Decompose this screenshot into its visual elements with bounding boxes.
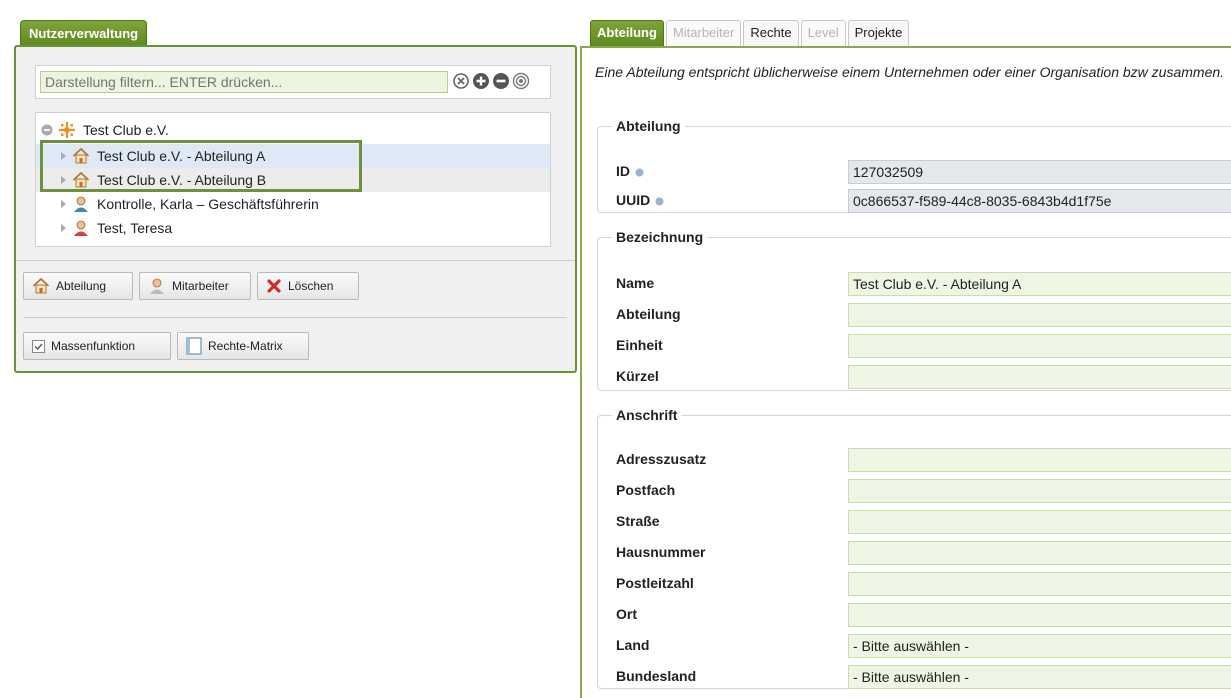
button-label: Mitarbeiter (172, 279, 229, 293)
checkbox-icon (32, 339, 45, 353)
adresszusatz-label: Adresszusatz (616, 451, 707, 467)
einheit-label: Einheit (616, 337, 663, 353)
id-row: ID 127032509 (598, 160, 1231, 184)
hausnummer-input[interactable] (848, 541, 1231, 565)
bezeichnung-fieldset: Bezeichnung Name Test Club e.V. - Abteil… (597, 229, 1231, 391)
strasse-input[interactable] (848, 510, 1231, 534)
user-icon (150, 278, 164, 294)
adresszusatz-input[interactable] (848, 448, 1231, 472)
land-label: Land (616, 637, 650, 653)
bundesland-label: Bundesland (616, 668, 697, 684)
divider (24, 317, 567, 318)
fieldset-legend: Bezeichnung (616, 229, 704, 245)
target-icon[interactable] (512, 72, 530, 90)
ort-label: Ort (616, 606, 637, 622)
name-label: Name (616, 275, 655, 291)
button-label: Rechte-Matrix (208, 339, 283, 353)
uuid-field: 0c866537-f589-44c8-8035-6843b4d1f75e (848, 189, 1231, 213)
postfach-input[interactable] (848, 479, 1231, 503)
tab-mitarbeiter[interactable]: Mitarbeiter (665, 20, 742, 46)
ort-row: Ort (598, 603, 1231, 627)
bundesland-select[interactable]: - Bitte auswählen - (848, 665, 1231, 689)
postfach-row: Postfach (598, 479, 1231, 503)
button-label: Löschen (288, 279, 334, 293)
tab-projekte[interactable]: Projekte (847, 20, 910, 46)
fieldset-legend: Abteilung (616, 118, 681, 134)
tab-abteilung[interactable]: Abteilung (590, 20, 664, 46)
collapse-node-icon[interactable] (40, 123, 54, 137)
expand-node-icon[interactable] (61, 224, 66, 232)
clear-filter-icon[interactable] (452, 72, 470, 90)
abteilung-input[interactable] (848, 303, 1231, 327)
postleitzahl-label: Postleitzahl (616, 575, 694, 591)
nutzerverwaltung-panel: Test Club e.V. Test Club e.V. - Abteilun… (14, 45, 577, 373)
fieldset-legend: Anschrift (616, 407, 678, 423)
einheit-input[interactable] (848, 334, 1231, 358)
tree-item-label: Kontrolle, Karla – Geschäftsführerin (97, 196, 319, 212)
organization-icon (59, 122, 75, 138)
land-select[interactable]: - Bitte auswählen - (848, 634, 1231, 658)
close-icon (267, 279, 281, 293)
kuerzel-row: Kürzel (598, 365, 1231, 389)
uuid-row: UUID 0c866537-f589-44c8-8035-6843b4d1f75… (598, 189, 1231, 213)
postleitzahl-row: Postleitzahl (598, 572, 1231, 596)
user-icon (74, 220, 88, 236)
bundesland-row: Bundesland - Bitte auswählen - (598, 665, 1231, 689)
tab-nutzerverwaltung[interactable]: Nutzerverwaltung (20, 20, 148, 47)
abteilung-row: Abteilung (598, 303, 1231, 327)
expand-all-icon[interactable] (472, 72, 490, 90)
tab-rechte[interactable]: Rechte (743, 20, 799, 46)
tree-item-label: Test, Teresa (97, 220, 173, 236)
uuid-label: UUID (616, 192, 664, 208)
filter-bar (35, 65, 551, 99)
kuerzel-label: Kürzel (616, 368, 659, 384)
id-field: 127032509 (848, 160, 1231, 184)
tree-item-root[interactable]: Test Club e.V. (38, 118, 169, 142)
button-label: Massenfunktion (51, 339, 136, 353)
collapse-all-icon[interactable] (492, 72, 510, 90)
rechte-matrix-button[interactable]: Rechte-Matrix (177, 332, 309, 360)
house-icon (32, 277, 50, 294)
postleitzahl-input[interactable] (848, 572, 1231, 596)
ort-input[interactable] (848, 603, 1231, 627)
massenfunktion-button[interactable]: Massenfunktion (23, 332, 171, 360)
info-icon[interactable] (635, 168, 644, 177)
detail-tabs: Abteilung Mitarbeiter Rechte Level Proje… (590, 20, 910, 46)
strasse-label: Straße (616, 513, 660, 529)
name-row: Name Test Club e.V. - Abteilung A (598, 272, 1231, 296)
anschrift-fieldset: Anschrift Adresszusatz Postfach Straße H… (597, 407, 1231, 689)
button-label: Abteilung (56, 279, 107, 293)
strasse-row: Straße (598, 510, 1231, 534)
add-abteilung-button[interactable]: Abteilung (23, 272, 133, 300)
abteilung-label: Abteilung (616, 306, 681, 322)
add-mitarbeiter-button[interactable]: Mitarbeiter (139, 272, 251, 300)
adresszusatz-row: Adresszusatz (598, 448, 1231, 472)
divider (16, 260, 575, 261)
delete-button[interactable]: Löschen (257, 272, 359, 300)
tree-item-label: Test Club e.V. (83, 122, 169, 138)
expand-node-icon[interactable] (61, 200, 66, 208)
hausnummer-row: Hausnummer (598, 541, 1231, 565)
filter-controls (452, 72, 530, 90)
tree-item-teresa[interactable]: Test, Teresa (36, 216, 172, 240)
postfach-label: Postfach (616, 482, 676, 498)
kuerzel-input[interactable] (848, 365, 1231, 389)
tab-description: Eine Abteilung entspricht üblicherweise … (595, 64, 1225, 80)
land-row: Land - Bitte auswählen - (598, 634, 1231, 658)
info-icon[interactable] (655, 197, 664, 206)
document-icon (186, 337, 202, 355)
hausnummer-label: Hausnummer (616, 544, 706, 560)
selection-highlight-box (40, 140, 362, 192)
tab-level[interactable]: Level (800, 20, 846, 46)
id-label: ID (616, 163, 644, 179)
filter-input[interactable] (40, 71, 448, 93)
user-icon (74, 196, 88, 212)
einheit-row: Einheit (598, 334, 1231, 358)
name-input[interactable]: Test Club e.V. - Abteilung A (848, 272, 1231, 296)
abteilung-fieldset: Abteilung ID 127032509 UUID 0c866537-f58… (597, 118, 1231, 213)
tree-item-kontrolle[interactable]: Kontrolle, Karla – Geschäftsführerin (36, 192, 319, 216)
